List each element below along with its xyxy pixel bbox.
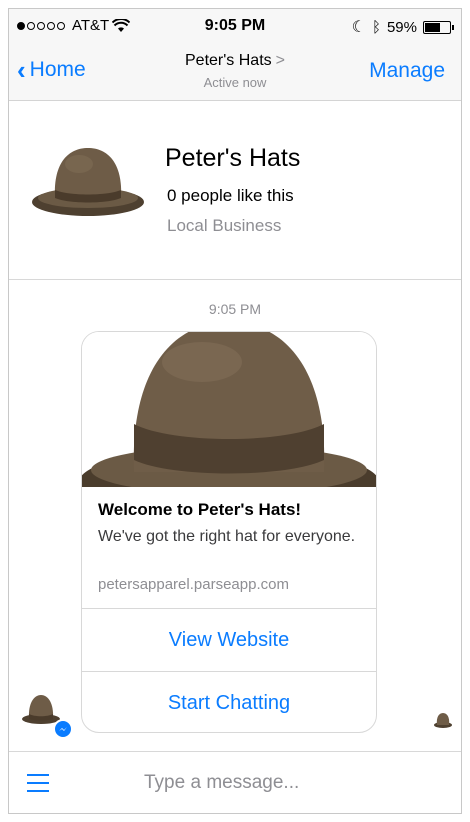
conversation-title-text: Peter's Hats bbox=[185, 52, 272, 69]
message-composer: Type a message... bbox=[9, 751, 461, 813]
card-hat-image[interactable] bbox=[82, 332, 376, 487]
page-likes: 0 people like this bbox=[167, 186, 294, 205]
start-chatting-button[interactable]: Start Chatting bbox=[82, 671, 376, 732]
messenger-badge-icon bbox=[53, 719, 73, 739]
nav-bar: ‹ Home Peter's Hats > Active now Manage bbox=[9, 43, 461, 101]
seen-avatar-icon bbox=[434, 713, 452, 728]
battery-icon bbox=[423, 20, 454, 34]
welcome-card: Welcome to Peter's Hats! We've got the r… bbox=[81, 331, 377, 733]
moon-icon: ☾ bbox=[351, 19, 366, 36]
card-subtitle: We've got the right hat for everyone. bbox=[98, 528, 356, 545]
view-website-button[interactable]: View Website bbox=[82, 608, 376, 671]
page-category: Local Business bbox=[167, 216, 282, 235]
battery-percent: 59% bbox=[386, 18, 417, 36]
page-avatar[interactable] bbox=[29, 142, 147, 224]
manage-button[interactable]: Manage bbox=[369, 59, 445, 83]
status-right: ☾ ᛒ 59% bbox=[351, 17, 454, 37]
card-title: Welcome to Peter's Hats! bbox=[98, 500, 302, 519]
card-url[interactable]: petersapparel.parseapp.com bbox=[98, 576, 289, 593]
message-timestamp: 9:05 PM bbox=[208, 301, 262, 317]
menu-icon[interactable] bbox=[27, 774, 49, 798]
page-profile-header: Peter's Hats 0 people like this Local Bu… bbox=[9, 102, 461, 280]
message-input[interactable]: Type a message... bbox=[144, 772, 299, 794]
bluetooth-icon: ᛒ bbox=[371, 18, 381, 36]
page-name: Peter's Hats bbox=[165, 144, 301, 172]
status-bar: AT&T 9:05 PM ☾ ᛒ 59% bbox=[9, 9, 461, 43]
phone-screen: AT&T 9:05 PM ☾ ᛒ 59% ‹ Home Peter's Hats… bbox=[8, 8, 462, 814]
chevron-right-icon: > bbox=[275, 52, 285, 69]
